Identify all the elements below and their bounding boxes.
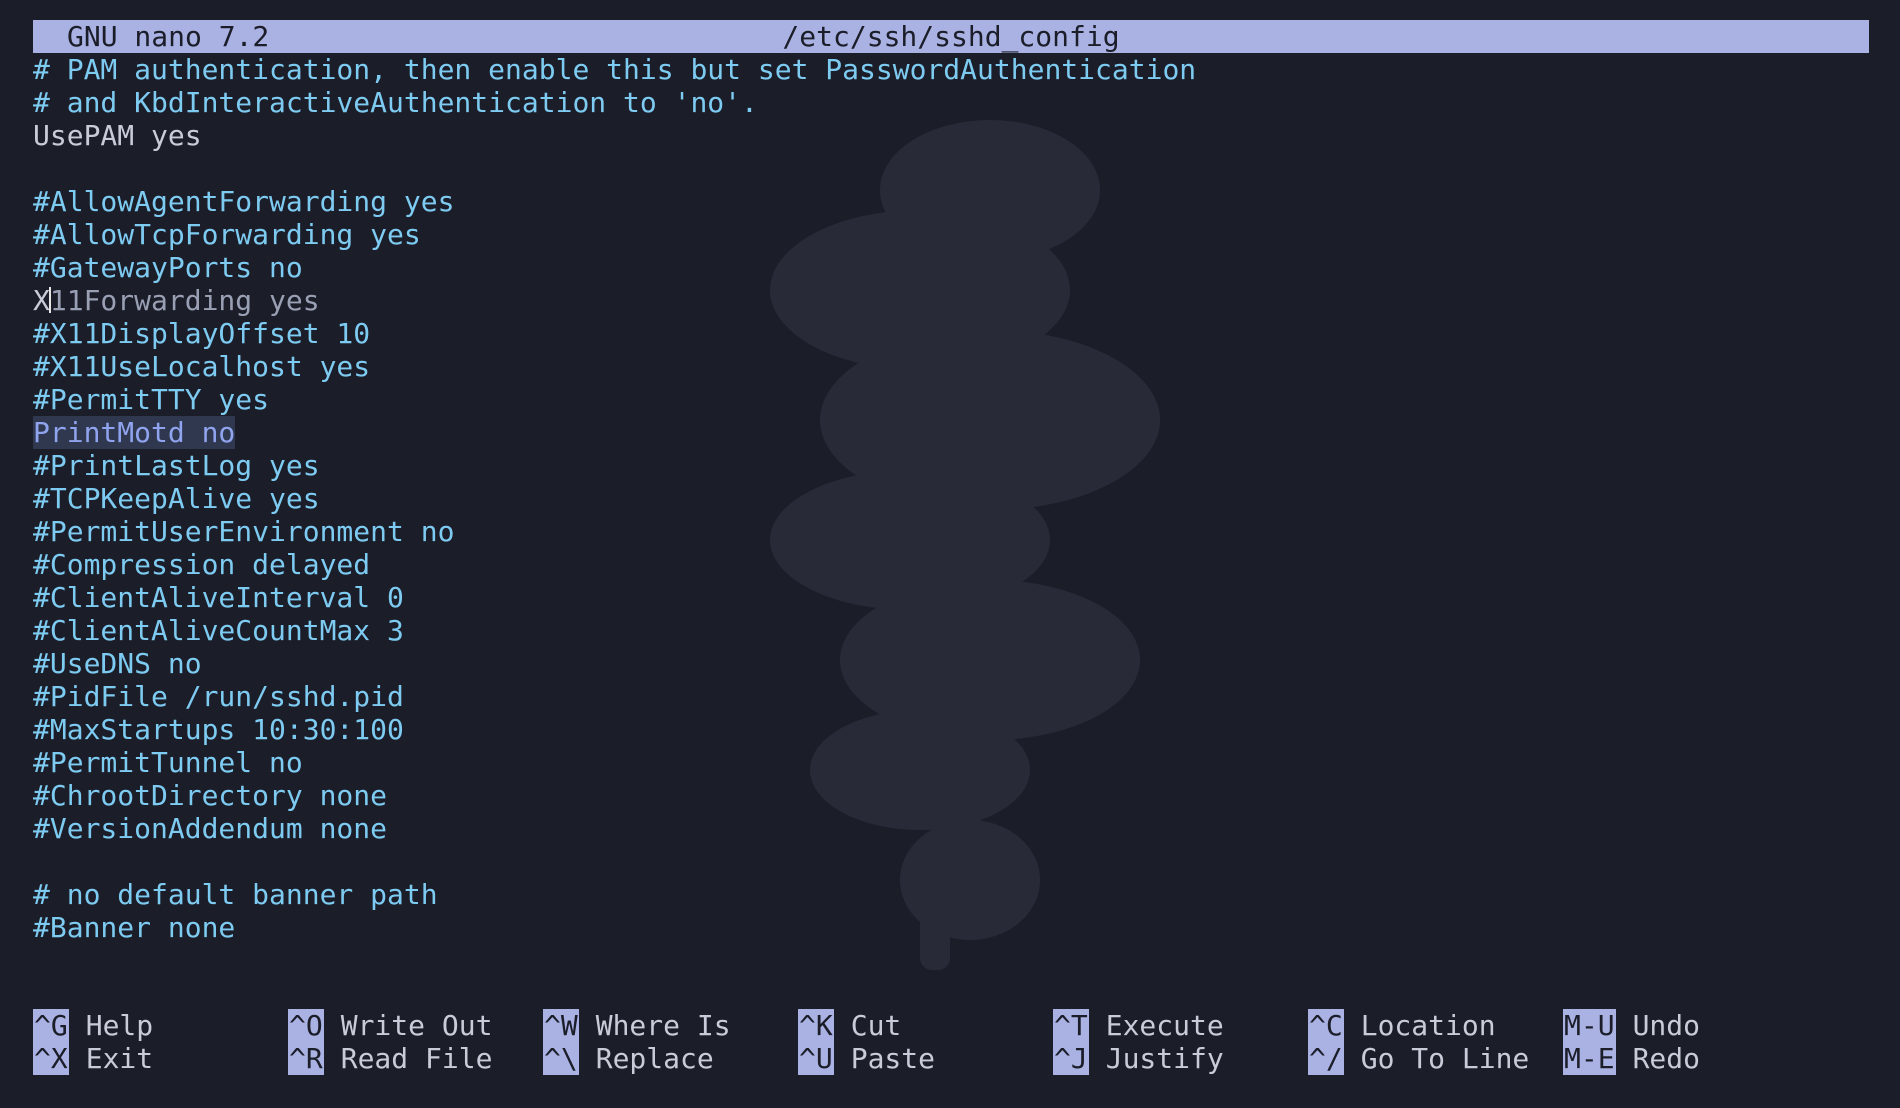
- editor-area[interactable]: # PAM authentication, then enable this b…: [33, 53, 1869, 944]
- shortcut-key: ^\: [543, 1042, 579, 1075]
- terminal-window: GNU nano 7.2 /etc/ssh/sshd_config # PAM …: [0, 0, 1900, 1108]
- shortcut-write-out[interactable]: ^O Write Out: [288, 1009, 492, 1042]
- editor-line[interactable]: # PAM authentication, then enable this b…: [33, 53, 1869, 86]
- shortcut-key: ^J: [1053, 1042, 1089, 1075]
- shortcut-key: ^/: [1308, 1042, 1344, 1075]
- editor-line[interactable]: #X11UseLocalhost yes: [33, 350, 1869, 383]
- editor-line[interactable]: [33, 845, 1869, 878]
- editor-line[interactable]: #ClientAliveInterval 0: [33, 581, 1869, 614]
- shortcut-label: Go To Line: [1360, 1042, 1530, 1075]
- shortcut-location[interactable]: ^C Location: [1308, 1009, 1496, 1042]
- shortcut-key: M-E: [1563, 1042, 1616, 1075]
- editor-line[interactable]: #PermitUserEnvironment no: [33, 515, 1869, 548]
- shortcut-key: ^K: [798, 1009, 834, 1042]
- shortcut-key: ^O: [288, 1009, 324, 1042]
- editor-line[interactable]: #VersionAddendum none: [33, 812, 1869, 845]
- shortcut-cut[interactable]: ^K Cut: [798, 1009, 901, 1042]
- text-cursor: [48, 287, 51, 313]
- shortcut-label: Location: [1360, 1009, 1496, 1042]
- shortcut-key: M-U: [1563, 1009, 1616, 1042]
- selected-text[interactable]: PrintMotd no: [33, 416, 236, 449]
- title-bar: GNU nano 7.2 /etc/ssh/sshd_config: [33, 20, 1869, 53]
- shortcut-label: Execute: [1105, 1009, 1224, 1042]
- shortcut-label: Help: [85, 1009, 154, 1042]
- editor-line[interactable]: #MaxStartups 10:30:100: [33, 713, 1869, 746]
- shortcut-redo[interactable]: M-E Redo: [1563, 1042, 1700, 1075]
- editor-line[interactable]: #PermitTunnel no: [33, 746, 1869, 779]
- shortcut-label: Paste: [850, 1042, 936, 1075]
- shortcut-label: Cut: [850, 1009, 902, 1042]
- editor-line[interactable]: #ClientAliveCountMax 3: [33, 614, 1869, 647]
- editor-line[interactable]: X11Forwarding yes: [33, 284, 1869, 317]
- shortcut-key: ^G: [33, 1009, 69, 1042]
- shortcut-label: Replace: [595, 1042, 714, 1075]
- shortcut-key: ^U: [798, 1042, 834, 1075]
- editor-line[interactable]: #AllowAgentForwarding yes: [33, 185, 1869, 218]
- editor-line[interactable]: #UseDNS no: [33, 647, 1869, 680]
- shortcut-key: ^R: [288, 1042, 324, 1075]
- shortcut-label: Undo: [1632, 1009, 1701, 1042]
- editor-line[interactable]: #Compression delayed: [33, 548, 1869, 581]
- shortcut-label: Exit: [85, 1042, 154, 1075]
- editor-line[interactable]: # no default banner path: [33, 878, 1869, 911]
- editor-line[interactable]: #PermitTTY yes: [33, 383, 1869, 416]
- shortcut-label: Redo: [1632, 1042, 1701, 1075]
- shortcut-read-file[interactable]: ^R Read File: [288, 1042, 492, 1075]
- shortcut-exit[interactable]: ^X Exit: [33, 1042, 153, 1075]
- shortcut-help[interactable]: ^G Help: [33, 1009, 153, 1042]
- editor-line[interactable]: #PrintLastLog yes: [33, 449, 1869, 482]
- shortcut-where-is[interactable]: ^W Where Is: [543, 1009, 731, 1042]
- editor-line[interactable]: # and KbdInteractiveAuthentication to 'n…: [33, 86, 1869, 119]
- editor-line[interactable]: #X11DisplayOffset 10: [33, 317, 1869, 350]
- editor-line[interactable]: #Banner none: [33, 911, 1869, 944]
- shortcut-key: ^X: [33, 1042, 69, 1075]
- editor-line[interactable]: UsePAM yes: [33, 119, 1869, 152]
- editor-line[interactable]: [33, 152, 1869, 185]
- shortcut-go-to-line[interactable]: ^/ Go To Line: [1308, 1042, 1529, 1075]
- shortcut-key: ^T: [1053, 1009, 1089, 1042]
- shortcut-key: ^C: [1308, 1009, 1344, 1042]
- shortcut-key: ^W: [543, 1009, 579, 1042]
- shortcut-label: Write Out: [340, 1009, 493, 1042]
- shortcut-undo[interactable]: M-U Undo: [1563, 1009, 1700, 1042]
- shortcut-label: Where Is: [595, 1009, 731, 1042]
- shortcut-replace[interactable]: ^\ Replace: [543, 1042, 714, 1075]
- editor-line[interactable]: #AllowTcpForwarding yes: [33, 218, 1869, 251]
- shortcut-bar: ^G Help ^O Write Out ^W Where Is ^K Cut ^T Execut…: [33, 1009, 1869, 1075]
- shortcut-label: Justify: [1105, 1042, 1224, 1075]
- editor-line[interactable]: #GatewayPorts no: [33, 251, 1869, 284]
- editor-line[interactable]: PrintMotd no: [33, 416, 1869, 449]
- file-name: /etc/ssh/sshd_config: [782, 20, 1120, 53]
- editor-line[interactable]: #ChrootDirectory none: [33, 779, 1869, 812]
- editor-line[interactable]: #PidFile /run/sshd.pid: [33, 680, 1869, 713]
- shortcut-paste[interactable]: ^U Paste: [798, 1042, 935, 1075]
- shortcut-execute[interactable]: ^T Execute: [1053, 1009, 1224, 1042]
- shortcut-justify[interactable]: ^J Justify: [1053, 1042, 1224, 1075]
- shortcut-label: Read File: [340, 1042, 493, 1075]
- editor-line[interactable]: #TCPKeepAlive yes: [33, 482, 1869, 515]
